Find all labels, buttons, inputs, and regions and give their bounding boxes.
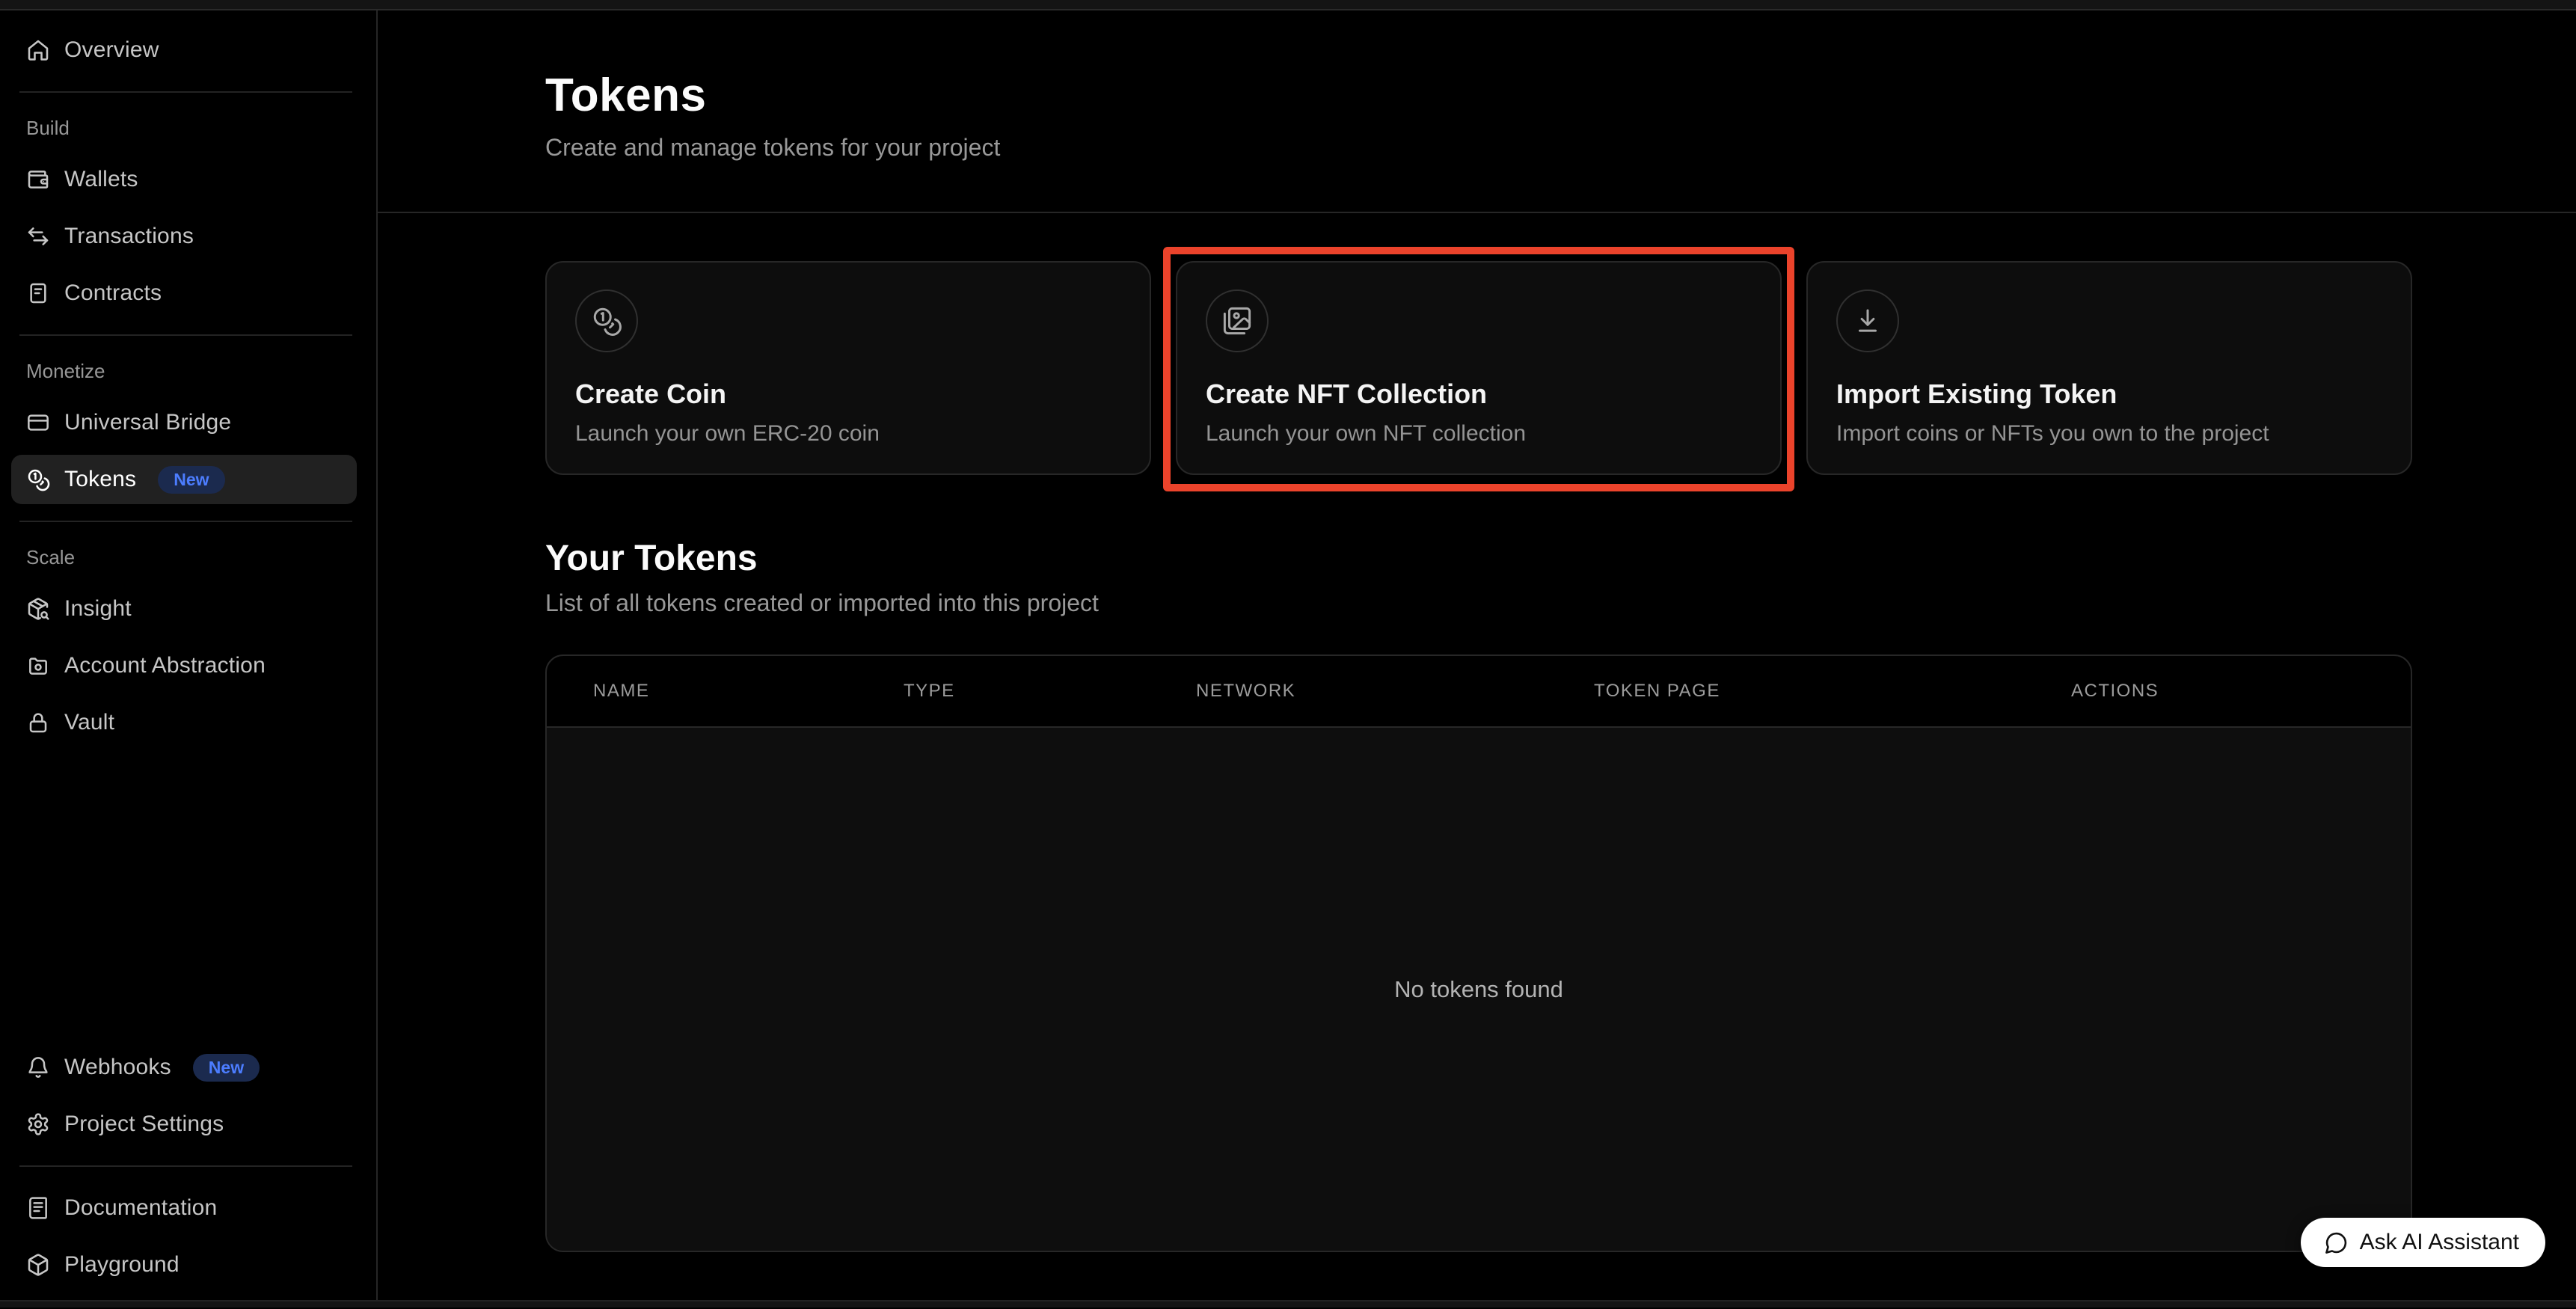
- sidebar-item-transactions[interactable]: Transactions: [11, 212, 357, 261]
- column-header-network: NETWORK: [1196, 681, 1594, 702]
- sidebar-item-label: Wallets: [64, 167, 138, 192]
- credit-card-icon: [26, 411, 50, 435]
- sidebar: Overview Build Wallets Transactions Cont…: [0, 10, 378, 1300]
- page-content: Create Coin Launch your own ERC-20 coin …: [378, 213, 2576, 1252]
- action-cards-row: Create Coin Launch your own ERC-20 coin …: [545, 261, 2412, 475]
- sidebar-divider: [19, 521, 352, 522]
- sidebar-item-label: Vault: [64, 710, 114, 735]
- your-tokens-title: Your Tokens: [545, 538, 2412, 579]
- sidebar-item-label: Transactions: [64, 224, 194, 249]
- coins-icon: [26, 468, 50, 491]
- app-root: Overview Build Wallets Transactions Cont…: [0, 10, 2576, 1300]
- new-badge: New: [193, 1054, 260, 1082]
- sidebar-item-account-abstraction[interactable]: Account Abstraction: [11, 641, 357, 690]
- sidebar-item-label: Account Abstraction: [64, 653, 266, 678]
- contract-document-icon: [26, 281, 50, 305]
- card-text: Import Existing Token Import coins or NF…: [1836, 378, 2382, 447]
- sidebar-item-project-settings[interactable]: Project Settings: [11, 1100, 357, 1149]
- card-description: Import coins or NFTs you own to the proj…: [1836, 421, 2382, 447]
- sidebar-item-label: Overview: [64, 37, 159, 63]
- sidebar-item-label: Tokens: [64, 467, 136, 492]
- sidebar-item-documentation[interactable]: Documentation: [11, 1183, 357, 1233]
- coins-icon: [575, 289, 638, 352]
- chat-bubble-icon: [2324, 1230, 2349, 1255]
- empty-state-message: No tokens found: [1394, 976, 1563, 1003]
- sidebar-item-label: Webhooks: [64, 1055, 171, 1080]
- card-slot-create-nft: Create NFT Collection Launch your own NF…: [1176, 261, 1782, 475]
- sidebar-section-monetize: Monetize: [26, 360, 357, 383]
- card-text: Create NFT Collection Launch your own NF…: [1206, 378, 1752, 447]
- page-subtitle: Create and manage tokens for your projec…: [545, 134, 2576, 162]
- ask-ai-assistant-button[interactable]: Ask AI Assistant: [2301, 1218, 2545, 1267]
- card-title: Create Coin: [575, 378, 1121, 410]
- import-existing-token-card[interactable]: Import Existing Token Import coins or NF…: [1806, 261, 2412, 475]
- sidebar-item-label: Documentation: [64, 1195, 217, 1221]
- sidebar-item-label: Insight: [64, 596, 132, 622]
- book-icon: [26, 1196, 50, 1220]
- column-header-actions: ACTIONS: [2071, 681, 2411, 702]
- card-title: Create NFT Collection: [1206, 378, 1752, 410]
- package-search-icon: [26, 597, 50, 621]
- nft-images-icon: [1206, 289, 1269, 352]
- sidebar-item-label: Playground: [64, 1252, 180, 1278]
- import-download-icon: [1836, 289, 1899, 352]
- create-nft-collection-card[interactable]: Create NFT Collection Launch your own NF…: [1176, 261, 1782, 475]
- sidebar-divider: [19, 91, 352, 93]
- tokens-table: NAME TYPE NETWORK TOKEN PAGE ACTIONS No …: [545, 654, 2412, 1252]
- card-text: Create Coin Launch your own ERC-20 coin: [575, 378, 1121, 447]
- your-tokens-subtitle: List of all tokens created or imported i…: [545, 589, 2412, 617]
- card-slot-import-token: Import Existing Token Import coins or NF…: [1806, 261, 2412, 475]
- sidebar-item-overview[interactable]: Overview: [11, 25, 357, 75]
- bell-icon: [26, 1055, 50, 1079]
- sidebar-divider: [19, 1165, 352, 1167]
- sidebar-item-webhooks[interactable]: Webhooks New: [11, 1043, 357, 1092]
- home-icon: [26, 38, 50, 62]
- sidebar-bottom-group: Webhooks New Project Settings Documentat…: [11, 1043, 357, 1290]
- column-header-type: TYPE: [904, 681, 1196, 702]
- page-header: Tokens Create and manage tokens for your…: [378, 10, 2576, 213]
- arrows-left-right-icon: [26, 224, 50, 248]
- card-title: Import Existing Token: [1836, 378, 2382, 410]
- tokens-table-header: NAME TYPE NETWORK TOKEN PAGE ACTIONS: [547, 656, 2411, 728]
- card-description: Launch your own ERC-20 coin: [575, 421, 1121, 447]
- new-badge: New: [158, 466, 224, 494]
- lock-icon: [26, 711, 50, 735]
- sidebar-item-wallets[interactable]: Wallets: [11, 155, 357, 204]
- tokens-table-body: No tokens found: [547, 728, 2411, 1251]
- gear-icon: [26, 1112, 50, 1136]
- sidebar-item-contracts[interactable]: Contracts: [11, 269, 357, 318]
- sidebar-item-insight[interactable]: Insight: [11, 584, 357, 634]
- smart-account-icon: [26, 654, 50, 678]
- create-coin-card[interactable]: Create Coin Launch your own ERC-20 coin: [545, 261, 1151, 475]
- sidebar-item-label: Project Settings: [64, 1112, 224, 1137]
- ask-ai-assistant-label: Ask AI Assistant: [2360, 1230, 2519, 1255]
- sidebar-divider: [19, 334, 352, 336]
- sidebar-item-label: Universal Bridge: [64, 410, 231, 435]
- sidebar-item-label: Contracts: [64, 280, 162, 306]
- page-title: Tokens: [545, 69, 2576, 122]
- sidebar-section-scale: Scale: [26, 546, 357, 569]
- your-tokens-section: Your Tokens List of all tokens created o…: [545, 538, 2412, 1252]
- main-content: Tokens Create and manage tokens for your…: [378, 10, 2576, 1300]
- column-header-name: NAME: [547, 681, 904, 702]
- sidebar-section-build: Build: [26, 117, 357, 140]
- window-bottom-edge: [0, 1300, 2576, 1308]
- cube-icon: [26, 1253, 50, 1277]
- column-header-token-page: TOKEN PAGE: [1594, 681, 2071, 702]
- sidebar-item-tokens[interactable]: Tokens New: [11, 455, 357, 504]
- wallet-icon: [26, 168, 50, 191]
- card-description: Launch your own NFT collection: [1206, 421, 1752, 447]
- sidebar-item-vault[interactable]: Vault: [11, 698, 357, 747]
- sidebar-item-universal-bridge[interactable]: Universal Bridge: [11, 398, 357, 447]
- window-top-edge: [0, 0, 2576, 10]
- sidebar-item-playground[interactable]: Playground: [11, 1240, 357, 1290]
- card-slot-create-coin: Create Coin Launch your own ERC-20 coin: [545, 261, 1151, 475]
